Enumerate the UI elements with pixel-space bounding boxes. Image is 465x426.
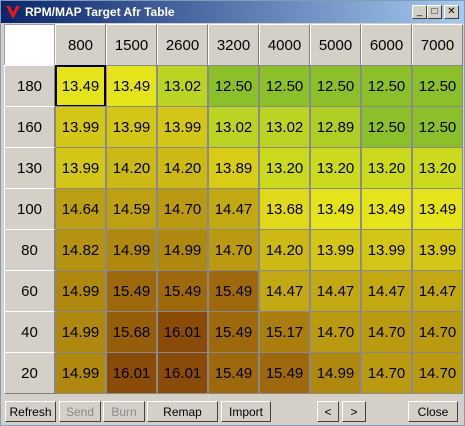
send-button[interactable]: Send <box>59 401 101 422</box>
maximize-button[interactable]: □ <box>427 5 442 19</box>
afr-cell[interactable]: 15.49 <box>208 352 259 394</box>
afr-cell[interactable]: 13.89 <box>208 147 259 189</box>
afr-cell[interactable]: 14.70 <box>157 188 208 230</box>
afr-cell[interactable]: 13.49 <box>361 188 412 230</box>
afr-cell[interactable]: 14.70 <box>361 352 412 394</box>
afr-cell[interactable]: 16.01 <box>157 311 208 353</box>
afr-cell[interactable]: 13.99 <box>412 229 463 271</box>
afr-cell[interactable]: 14.99 <box>106 229 157 271</box>
afr-cell[interactable]: 14.99 <box>157 229 208 271</box>
afr-cell[interactable]: 13.02 <box>259 106 310 148</box>
burn-button[interactable]: Burn <box>103 401 145 422</box>
rpm-header: 800 <box>55 24 106 66</box>
afr-cell[interactable]: 13.99 <box>55 147 106 189</box>
afr-cell[interactable]: 14.99 <box>55 352 106 394</box>
map-header: 160 <box>4 106 55 148</box>
afr-cell[interactable]: 12.50 <box>259 65 310 107</box>
rpm-header: 1500 <box>106 24 157 66</box>
afr-cell[interactable]: 14.47 <box>310 270 361 312</box>
afr-cell[interactable]: 14.47 <box>412 270 463 312</box>
button-bar: Refresh Send Burn Remap Import < > Close <box>4 400 463 424</box>
afr-cell[interactable]: 15.49 <box>208 270 259 312</box>
afr-table-grid: 800 1500 2600 3200 4000 5000 6000 7000 180 13.49 1… <box>4 24 463 397</box>
afr-cell[interactable]: 14.59 <box>106 188 157 230</box>
afr-cell[interactable]: 16.01 <box>157 352 208 394</box>
afr-cell[interactable]: 13.68 <box>259 188 310 230</box>
afr-cell[interactable]: 13.20 <box>361 147 412 189</box>
afr-cell[interactable]: 15.17 <box>259 311 310 353</box>
remap-button[interactable]: Remap <box>147 401 218 422</box>
rpm-header: 7000 <box>412 24 463 66</box>
afr-cell[interactable]: 14.20 <box>259 229 310 271</box>
afr-cell[interactable]: 14.70 <box>361 311 412 353</box>
afr-cell[interactable]: 13.99 <box>55 106 106 148</box>
afr-cell[interactable]: 13.20 <box>412 147 463 189</box>
afr-cell[interactable]: 12.50 <box>412 106 463 148</box>
afr-cell[interactable]: 12.50 <box>208 65 259 107</box>
afr-cell[interactable]: 14.70 <box>412 352 463 394</box>
map-header: 130 <box>4 147 55 189</box>
afr-cell[interactable]: 13.99 <box>106 106 157 148</box>
afr-cell[interactable]: 12.50 <box>310 65 361 107</box>
afr-cell[interactable]: 15.49 <box>259 352 310 394</box>
afr-cell[interactable]: 12.89 <box>310 106 361 148</box>
afr-cell[interactable]: 13.02 <box>157 65 208 107</box>
table-corner <box>4 24 55 66</box>
afr-cell[interactable]: 13.99 <box>157 106 208 148</box>
afr-cell[interactable]: 14.99 <box>55 311 106 353</box>
refresh-button[interactable]: Refresh <box>5 401 56 422</box>
afr-cell[interactable]: 15.49 <box>157 270 208 312</box>
afr-cell[interactable]: 12.50 <box>361 65 412 107</box>
import-button[interactable]: Import <box>221 401 271 422</box>
afr-cell[interactable]: 14.20 <box>157 147 208 189</box>
afr-cell[interactable]: 12.50 <box>361 106 412 148</box>
afr-cell[interactable]: 15.68 <box>106 311 157 353</box>
afr-cell[interactable]: 14.70 <box>310 311 361 353</box>
rpm-header: 3200 <box>208 24 259 66</box>
afr-cell[interactable]: 14.47 <box>259 270 310 312</box>
afr-cell[interactable]: 14.99 <box>55 270 106 312</box>
afr-cell[interactable]: 15.49 <box>106 270 157 312</box>
minimize-button[interactable]: _ <box>412 5 427 19</box>
afr-cell[interactable]: 16.01 <box>106 352 157 394</box>
next-button[interactable]: > <box>342 401 366 422</box>
target-afr-table-window: RPM/MAP Target Afr Table _ □ ✕ 800 1500 26… <box>0 0 465 426</box>
afr-cell[interactable]: 14.20 <box>106 147 157 189</box>
afr-cell[interactable]: 13.99 <box>361 229 412 271</box>
window-title: RPM/MAP Target Afr Table <box>25 5 175 19</box>
rpm-header: 5000 <box>310 24 361 66</box>
afr-cell[interactable]: 13.20 <box>259 147 310 189</box>
map-header: 100 <box>4 188 55 230</box>
rpm-header: 4000 <box>259 24 310 66</box>
afr-cell[interactable]: 14.99 <box>310 352 361 394</box>
afr-cell[interactable]: 14.70 <box>412 311 463 353</box>
afr-cell[interactable]: 14.47 <box>208 188 259 230</box>
prev-button[interactable]: < <box>317 401 339 422</box>
title-bar[interactable]: RPM/MAP Target Afr Table _ □ ✕ <box>1 1 464 23</box>
app-logo-icon <box>6 6 20 19</box>
afr-cell[interactable]: 13.20 <box>310 147 361 189</box>
afr-cell[interactable]: 14.70 <box>208 229 259 271</box>
afr-cell[interactable]: 12.50 <box>412 65 463 107</box>
close-window-button[interactable]: ✕ <box>444 5 459 19</box>
map-header: 40 <box>4 311 55 353</box>
afr-cell[interactable]: 14.47 <box>361 270 412 312</box>
close-button[interactable]: Close <box>408 401 458 422</box>
afr-cell[interactable]: 13.49 <box>55 65 106 107</box>
map-header: 60 <box>4 270 55 312</box>
map-header: 20 <box>4 352 55 394</box>
afr-cell[interactable]: 13.02 <box>208 106 259 148</box>
afr-cell[interactable]: 13.49 <box>412 188 463 230</box>
rpm-header: 6000 <box>361 24 412 66</box>
afr-cell[interactable]: 13.99 <box>310 229 361 271</box>
afr-cell[interactable]: 14.64 <box>55 188 106 230</box>
map-header: 180 <box>4 65 55 107</box>
afr-cell[interactable]: 15.49 <box>208 311 259 353</box>
afr-cell[interactable]: 13.49 <box>106 65 157 107</box>
rpm-header: 2600 <box>157 24 208 66</box>
afr-cell[interactable]: 13.49 <box>310 188 361 230</box>
map-header: 80 <box>4 229 55 271</box>
afr-cell[interactable]: 14.82 <box>55 229 106 271</box>
